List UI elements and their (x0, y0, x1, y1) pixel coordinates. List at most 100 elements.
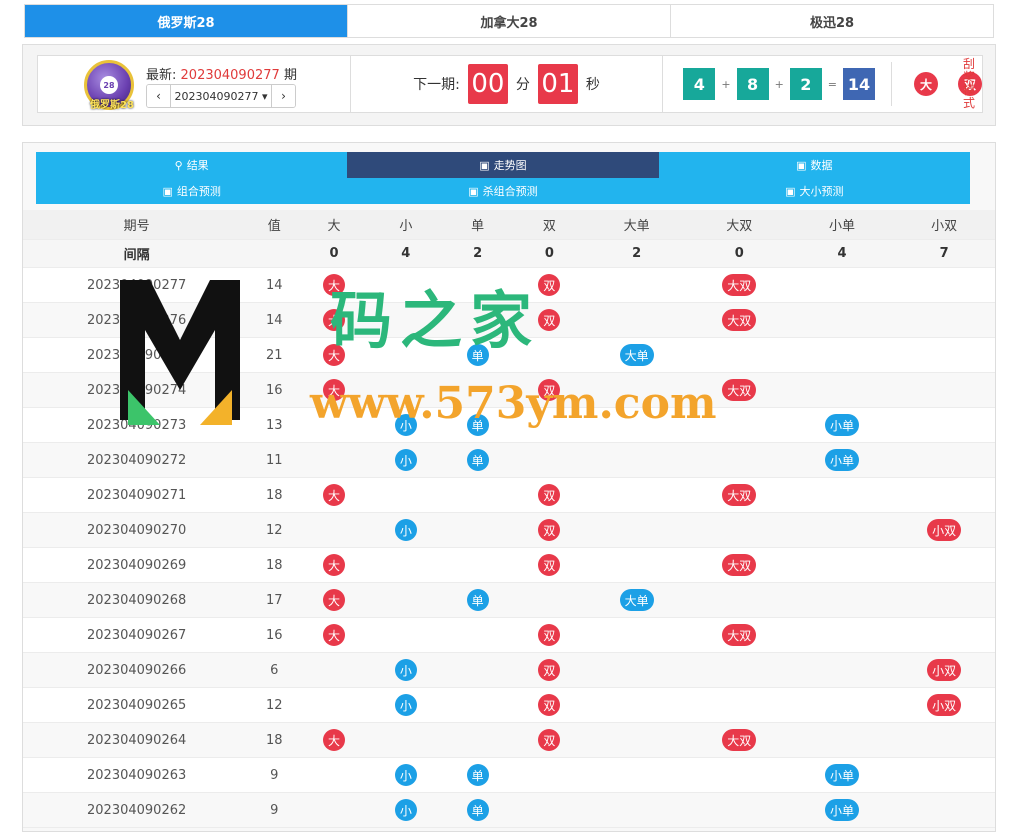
trend-cell: 小 (370, 408, 442, 442)
trend-cell: 大 (298, 373, 370, 407)
chart-icon: ▣ (479, 158, 490, 172)
trend-cell (688, 408, 791, 442)
result-number-2: 8 (736, 68, 769, 100)
trend-badge: 大双 (722, 379, 757, 401)
latest-issue: 最新: 202304090277 期 (146, 68, 297, 83)
nav-results[interactable]: ⚲ 结果 (36, 152, 347, 178)
issue-cell: 202304090265 (87, 697, 187, 713)
nav-size-prediction[interactable]: ▣ 大小预测 (659, 178, 970, 204)
trend-badge: 单 (466, 799, 489, 821)
trend-cell (688, 793, 791, 827)
col-odd: 单 (471, 219, 485, 234)
tab-russia28[interactable]: 俄罗斯28 (25, 5, 347, 37)
value-cell: 16 (265, 627, 283, 643)
latest-issue-number: 202304090277 (180, 68, 280, 83)
nav-data[interactable]: ▣ 数据 (659, 152, 970, 178)
trend-cell (298, 443, 370, 477)
next-issue-button[interactable]: › (271, 85, 295, 107)
trend-cell (585, 513, 688, 547)
issue-cell: 202304090269 (87, 557, 187, 573)
trend-badge: 单 (466, 449, 489, 471)
scratch-mode-link[interactable]: 刮奖模式 (962, 58, 976, 110)
trend-cell (893, 723, 995, 757)
trend-cell (298, 688, 370, 722)
trend-cell (442, 688, 514, 722)
col-even: 双 (542, 219, 556, 234)
chart-icon: ▣ (162, 184, 173, 198)
col-big-even: 大双 (726, 219, 753, 234)
prev-issue-button[interactable]: ‹ (147, 85, 171, 107)
trend-cell: 大双 (688, 723, 791, 757)
trend-badge: 小双 (927, 519, 962, 541)
issue-select[interactable]: 202304090277 ▾ (171, 85, 271, 107)
trend-cell (442, 478, 514, 512)
trend-cell: 双 (514, 268, 586, 302)
trend-cell: 大 (298, 618, 370, 652)
trend-cell: 大双 (688, 268, 791, 302)
trend-cell (514, 338, 586, 372)
trend-cell: 小双 (893, 513, 995, 547)
trend-cell: 大双 (688, 618, 791, 652)
trend-cell (791, 513, 894, 547)
trend-badge: 大 (323, 624, 346, 646)
issue-cell: 202304090270 (87, 522, 187, 538)
issue-cell: 202304090275 (87, 347, 187, 363)
trend-cell (791, 653, 894, 687)
trend-cell (585, 723, 688, 757)
trend-cell (585, 268, 688, 302)
tab-canada28[interactable]: 加拿大28 (347, 5, 670, 37)
trend-cell: 小 (370, 513, 442, 547)
table-row: 202304090264 18 大双大双 (23, 723, 995, 758)
trend-cell: 单 (442, 793, 514, 827)
trend-badge: 大双 (722, 484, 757, 506)
trend-cell: 大 (298, 303, 370, 337)
trend-cell (370, 303, 442, 337)
trend-cell (370, 478, 442, 512)
countdown-seconds: 01 (537, 64, 578, 104)
nav-trend-chart[interactable]: ▣ 走势图 (347, 152, 659, 178)
trend-badge: 小 (394, 659, 417, 681)
trend-cell: 大 (298, 268, 370, 302)
trend-panel: ⚲ 结果 ▣ 走势图 ▣ 数据 ▣ 组合预测 ▣ 杀组合预测 ▣ 大小预测 期号 值 大 小… (22, 142, 996, 832)
trend-cell: 小 (370, 443, 442, 477)
value-cell: 12 (265, 522, 283, 538)
trend-cell (688, 688, 791, 722)
trend-cell (370, 268, 442, 302)
nav-kill-combo-prediction[interactable]: ▣ 杀组合预测 (347, 178, 658, 204)
trend-cell (791, 478, 894, 512)
trend-cell (442, 618, 514, 652)
table-row: 202304090276 14 大双大双 (23, 303, 995, 338)
trend-cell (442, 513, 514, 547)
tab-jixun28[interactable]: 极迅28 (670, 5, 993, 37)
table-row: 202304090271 18 大双大双 (23, 478, 995, 513)
trend-badge: 小 (394, 799, 417, 821)
trend-cell (370, 618, 442, 652)
trend-cell: 双 (514, 618, 586, 652)
value-cell: 18 (265, 732, 283, 748)
trend-cell: 双 (514, 548, 586, 582)
draw-result: 4 + 8 + 2 = 14 大 双 (683, 62, 982, 106)
trend-badge: 大 (323, 274, 346, 296)
trend-badge: 大双 (722, 624, 757, 646)
trend-cell (514, 443, 586, 477)
trend-cell (442, 653, 514, 687)
trend-badge: 大 (323, 589, 346, 611)
lottery-logo: 28 俄罗斯28 (84, 60, 134, 111)
trend-badge: 小单 (824, 449, 859, 471)
table-row: 202304090272 11 小单小单 (23, 443, 995, 478)
trend-badge: 大双 (722, 554, 757, 576)
trend-badge: 双 (538, 379, 561, 401)
trend-cell: 单 (442, 408, 514, 442)
trend-cell: 大 (298, 478, 370, 512)
nav-combo-prediction[interactable]: ▣ 组合预测 (36, 178, 347, 204)
trend-cell (298, 653, 370, 687)
trend-cell: 大双 (688, 548, 791, 582)
trend-badge: 小 (394, 764, 417, 786)
trend-cell (370, 723, 442, 757)
table-row: 202304090262 9 小单小单 (23, 793, 995, 828)
trend-badge: 小 (394, 694, 417, 716)
value-cell: 9 (270, 802, 279, 818)
col-issue: 期号 (123, 219, 150, 234)
chart-icon: ▣ (785, 184, 796, 198)
chart-icon: ▣ (796, 158, 807, 172)
